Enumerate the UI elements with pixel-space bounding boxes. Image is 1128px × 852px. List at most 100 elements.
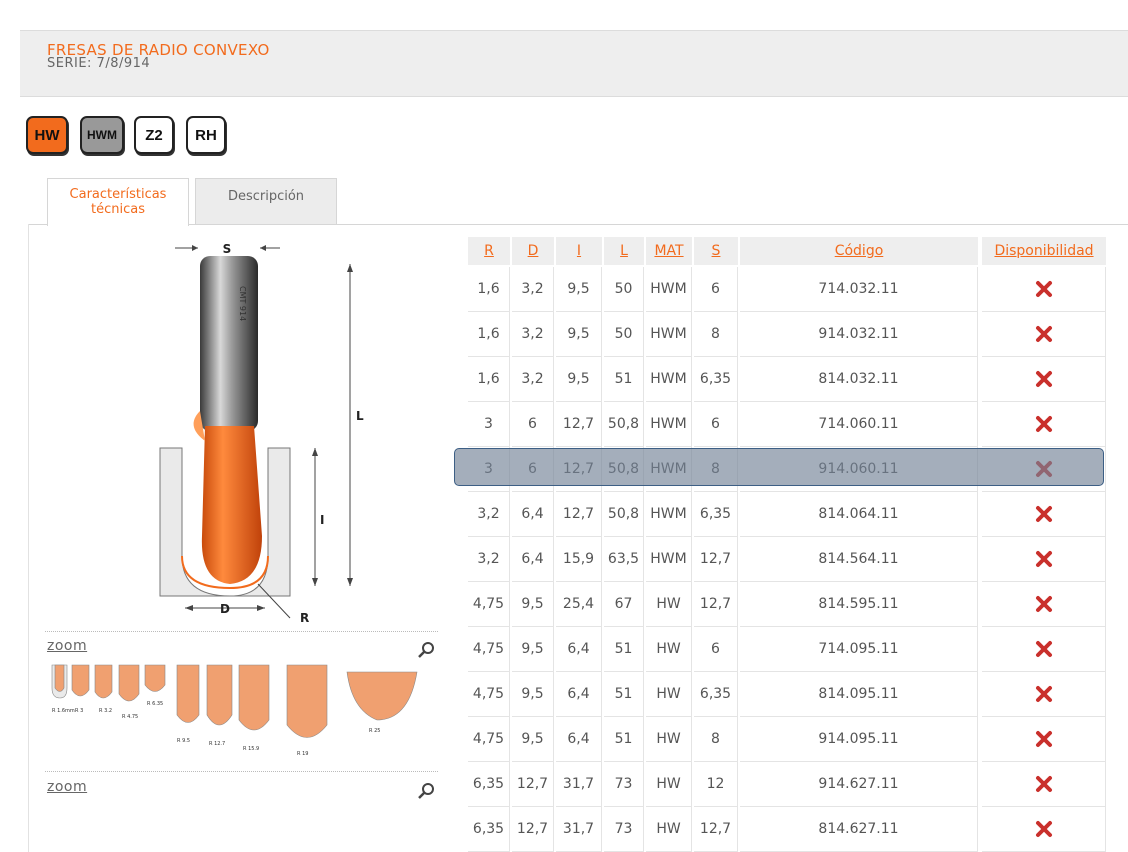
header-s[interactable]: S xyxy=(694,237,738,265)
table-cell: 6,4 xyxy=(556,627,602,672)
table-row[interactable]: 4,75 9,5 6,4 51 HW 6 714.095.11 xyxy=(468,627,1108,672)
dim-r-label: R xyxy=(300,611,309,625)
header-d[interactable]: D xyxy=(512,237,554,265)
table-row[interactable]: 4,75 9,5 6,4 51 HW 6,35 814.095.11 xyxy=(468,672,1108,717)
x-mark-icon xyxy=(1035,416,1052,432)
table-cell: 6,4 xyxy=(512,492,554,537)
availability-cell xyxy=(982,762,1106,807)
zoom-link-1[interactable]: zoom xyxy=(47,638,87,654)
table-cell: 9,5 xyxy=(512,672,554,717)
table-cell: 4,75 xyxy=(468,582,510,627)
table-cell: HW xyxy=(646,672,692,717)
table-cell: 12,7 xyxy=(556,402,602,447)
badge-z2[interactable]: Z2 xyxy=(134,116,174,154)
series-label: SERIE: 7/8/914 xyxy=(47,56,151,71)
table-cell: 6 xyxy=(694,627,738,672)
table-cell: HWM xyxy=(646,492,692,537)
table-row[interactable]: 1,6 3,2 9,5 51 HWM 6,35 814.032.11 xyxy=(468,357,1108,402)
table-cell: 1,6 xyxy=(468,312,510,357)
table-row[interactable]: 4,75 9,5 6,4 51 HW 8 914.095.11 xyxy=(468,717,1108,762)
header-codigo[interactable]: Código xyxy=(740,237,978,265)
zoom-link-2[interactable]: zoom xyxy=(47,779,87,795)
table-cell: 15,9 xyxy=(556,537,602,582)
table-cell: 50 xyxy=(604,267,644,312)
table-cell: HW xyxy=(646,717,692,762)
magnifier-icon[interactable] xyxy=(416,781,436,801)
availability-cell xyxy=(982,357,1106,402)
table-cell: 1,6 xyxy=(468,357,510,402)
table-cell: 6,35 xyxy=(694,492,738,537)
table-cell: 6,4 xyxy=(556,717,602,762)
availability-cell xyxy=(982,672,1106,717)
table-row[interactable]: 1,6 3,2 9,5 50 HWM 6 714.032.11 xyxy=(468,267,1108,312)
table-cell: 73 xyxy=(604,762,644,807)
table-cell: 8 xyxy=(694,717,738,762)
svg-text:R 19: R 19 xyxy=(297,751,308,757)
availability-cell xyxy=(982,807,1106,852)
tab-content-border xyxy=(28,224,1128,225)
table-row[interactable]: 1,6 3,2 9,5 50 HWM 8 914.032.11 xyxy=(468,312,1108,357)
product-header: FRESAS DE RADIO CONVEXO SERIE: 7/8/914 xyxy=(20,30,1128,97)
table-cell: 3,2 xyxy=(468,492,510,537)
table-cell: HWM xyxy=(646,267,692,312)
table-cell: HWM xyxy=(646,537,692,582)
badge-hw[interactable]: HW xyxy=(26,116,68,154)
table-row[interactable]: 6,35 12,7 31,7 73 HW 12 914.627.11 xyxy=(468,762,1108,807)
table-cell: 3,2 xyxy=(512,357,554,402)
magnifier-icon[interactable] xyxy=(416,640,436,660)
table-cell: 8 xyxy=(694,312,738,357)
cell-codigo: 714.060.11 xyxy=(740,402,978,447)
availability-cell xyxy=(982,402,1106,447)
table-cell: 6,35 xyxy=(468,807,510,852)
header-mat[interactable]: MAT xyxy=(646,237,692,265)
x-mark-icon xyxy=(1035,371,1052,387)
table-cell: 12,7 xyxy=(694,537,738,582)
svg-text:R 25: R 25 xyxy=(369,728,380,734)
table-cell: 31,7 xyxy=(556,762,602,807)
tab-description[interactable]: Descripción xyxy=(195,178,337,225)
table-cell: 6 xyxy=(694,267,738,312)
table-cell: 9,5 xyxy=(512,582,554,627)
cell-codigo: 914.627.11 xyxy=(740,762,978,807)
table-row[interactable]: 4,75 9,5 25,4 67 HW 12,7 814.595.11 xyxy=(468,582,1108,627)
dim-d-label: D xyxy=(220,602,230,616)
cell-codigo: 914.032.11 xyxy=(740,312,978,357)
badge-rh[interactable]: RH xyxy=(186,116,226,154)
availability-cell xyxy=(982,267,1106,312)
table-cell: 6,35 xyxy=(694,672,738,717)
header-l[interactable]: L xyxy=(604,237,644,265)
tab-content-border-left xyxy=(28,224,29,852)
availability-cell xyxy=(982,582,1106,627)
table-cell: 6,35 xyxy=(468,762,510,807)
profile-diagram: R 1.6mm R 3 R 3.2 R 4.75 R 6.35 R 9.5 R … xyxy=(51,664,418,757)
table-cell: 73 xyxy=(604,807,644,852)
table-cell: HWM xyxy=(646,312,692,357)
x-mark-icon xyxy=(1035,281,1052,297)
table-cell: HWM xyxy=(646,357,692,402)
zoom-divider xyxy=(45,771,438,772)
table-row[interactable]: 3,2 6,4 15,9 63,5 HWM 12,7 814.564.11 xyxy=(468,537,1108,582)
table-cell: 50,8 xyxy=(604,402,644,447)
cell-codigo: 814.032.11 xyxy=(740,357,978,402)
svg-text:R 12.7: R 12.7 xyxy=(209,741,225,747)
table-cell: 4,75 xyxy=(468,717,510,762)
cell-codigo: 714.095.11 xyxy=(740,627,978,672)
table-row[interactable]: 3,2 6,4 12,7 50,8 HWM 6,35 814.064.11 xyxy=(468,492,1108,537)
header-disponibilidad[interactable]: Disponibilidad xyxy=(982,237,1106,265)
selected-row-highlight xyxy=(454,448,1104,486)
availability-cell xyxy=(982,627,1106,672)
cell-codigo: 714.032.11 xyxy=(740,267,978,312)
table-cell: 12,7 xyxy=(694,582,738,627)
table-row[interactable]: 3 6 12,7 50,8 HWM 6 714.060.11 xyxy=(468,402,1108,447)
table-cell: 3,2 xyxy=(512,312,554,357)
header-i[interactable]: I xyxy=(556,237,602,265)
availability-cell xyxy=(982,312,1106,357)
table-cell: 4,75 xyxy=(468,627,510,672)
table-cell: 9,5 xyxy=(556,267,602,312)
x-mark-icon xyxy=(1035,596,1052,612)
header-r[interactable]: R xyxy=(468,237,510,265)
table-row[interactable]: 6,35 12,7 31,7 73 HW 12,7 814.627.11 xyxy=(468,807,1108,852)
badge-hwm[interactable]: HWM xyxy=(80,116,124,154)
x-mark-icon xyxy=(1035,641,1052,657)
tab-technical-characteristics[interactable]: Características técnicas xyxy=(47,178,189,226)
